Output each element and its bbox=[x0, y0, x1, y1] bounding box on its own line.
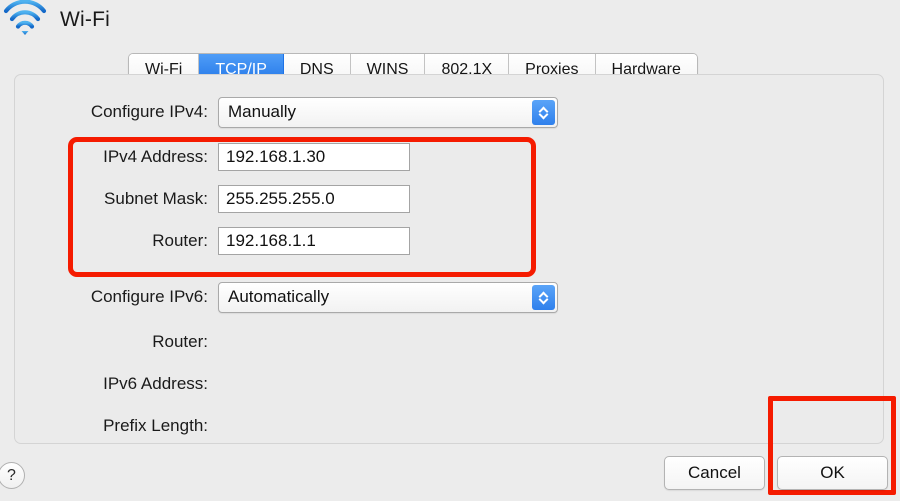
ipv6-router-row: Router: bbox=[68, 327, 218, 357]
titlebar: Wi-Fi bbox=[0, 0, 900, 48]
ipv4-router-label: Router: bbox=[152, 231, 208, 250]
chevron-down-icon bbox=[539, 297, 548, 302]
subnet-mask-input[interactable]: 255.255.255.0 bbox=[218, 185, 410, 213]
ok-button[interactable]: OK bbox=[777, 456, 888, 490]
wifi-icon bbox=[3, 0, 47, 35]
chevron-down-icon bbox=[539, 112, 548, 117]
prefix-length-label: Prefix Length: bbox=[103, 416, 208, 435]
ipv4-router-input[interactable]: 192.168.1.1 bbox=[218, 227, 410, 255]
configure-ipv6-value: Automatically bbox=[228, 287, 330, 306]
cancel-button[interactable]: Cancel bbox=[664, 456, 765, 490]
chevron-updown-icon[interactable] bbox=[532, 284, 555, 310]
subnet-mask-row: Subnet Mask: 255.255.255.0 bbox=[68, 184, 410, 214]
prefix-length-row: Prefix Length: bbox=[68, 411, 218, 441]
wifi-network-settings-window: Wi-Fi Wi-Fi TCP/IP DNS WINS 802.1X Proxi… bbox=[0, 0, 900, 501]
configure-ipv6-row: Configure IPv6: Automatically bbox=[68, 281, 558, 313]
ipv4-address-label: IPv4 Address: bbox=[103, 147, 208, 166]
configure-ipv4-label: Configure IPv4: bbox=[90, 102, 208, 121]
help-button[interactable]: ? bbox=[0, 462, 25, 489]
ipv6-address-row: IPv6 Address: bbox=[68, 369, 218, 399]
ipv4-address-row: IPv4 Address: 192.168.1.30 bbox=[68, 142, 410, 172]
ipv4-address-input[interactable]: 192.168.1.30 bbox=[218, 143, 410, 171]
page-title: Wi-Fi bbox=[60, 8, 110, 31]
configure-ipv4-select[interactable]: Manually bbox=[218, 96, 558, 128]
configure-ipv6-label: Configure IPv6: bbox=[90, 287, 208, 306]
configure-ipv6-select[interactable]: Automatically bbox=[218, 281, 558, 313]
configure-ipv4-row: Configure IPv4: Manually bbox=[68, 96, 558, 128]
subnet-mask-label: Subnet Mask: bbox=[104, 189, 208, 208]
ipv6-address-label: IPv6 Address: bbox=[103, 374, 208, 393]
chevron-updown-icon[interactable] bbox=[532, 99, 555, 125]
configure-ipv4-value: Manually bbox=[228, 102, 297, 121]
ipv6-router-label: Router: bbox=[152, 332, 208, 351]
ipv4-router-row: Router: 192.168.1.1 bbox=[68, 226, 410, 256]
